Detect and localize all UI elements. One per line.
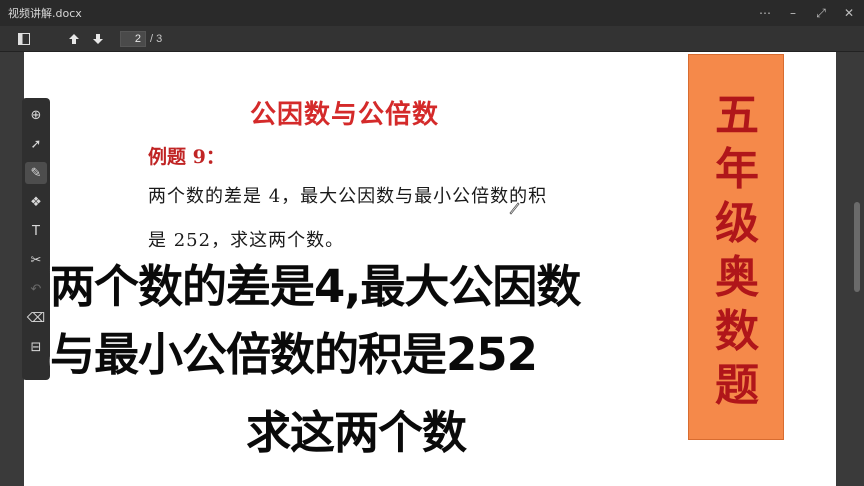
subtitle-line: 与最小公倍数的积是252 — [50, 328, 538, 381]
scroll-thumb[interactable] — [854, 202, 860, 292]
next-page-icon[interactable] — [88, 29, 108, 49]
text-tool-icon[interactable]: T — [25, 220, 47, 242]
page-total: / 3 — [150, 32, 163, 45]
close-icon[interactable]: ✕ — [842, 6, 856, 20]
window-title: 视频讲解.docx — [8, 7, 82, 20]
annotation-tool-palette: ⊕ ➚ ✎ ❖ T ✂ ↶ ⌫ ⊟ — [22, 98, 50, 380]
banner-char: 题 — [715, 360, 759, 411]
banner-char: 级 — [715, 198, 759, 249]
pen-icon[interactable]: ✎ — [25, 162, 47, 184]
doc-heading: 公因数与公倍数 — [250, 100, 440, 130]
toolbar: 2 / 3 — [0, 26, 864, 52]
window-controls: ⋯ – ⤢ ✕ — [758, 0, 856, 26]
banner-char: 年 — [715, 144, 759, 195]
shapes-icon[interactable]: ❖ — [25, 191, 47, 213]
problem-text-line: 两个数的差是 4，最大公因数与最小公倍数的积 — [148, 186, 548, 207]
banner-text: 五 年 级 奥 数 题 — [689, 89, 785, 413]
subtitle-line: 两个数的差是4,最大公因数 — [50, 260, 581, 313]
pdf-viewer-window: 视频讲解.docx ⋯ – ⤢ ✕ 2 / 3 公因数与公倍数 例题 9： 两个… — [0, 0, 864, 486]
previous-page-icon[interactable] — [64, 29, 84, 49]
minimize-icon[interactable]: – — [786, 6, 800, 20]
vertical-scrollbar[interactable] — [854, 52, 860, 486]
grade-banner: 五 年 级 奥 数 题 — [688, 54, 784, 440]
undo-icon[interactable]: ↶ — [25, 278, 47, 300]
sidebar-toggle-icon[interactable] — [14, 29, 34, 49]
subtitle-line: 求这两个数 — [246, 406, 467, 459]
banner-char: 五 — [715, 90, 759, 141]
scissors-icon[interactable]: ✂ — [25, 249, 47, 271]
restore-icon[interactable]: ⤢ — [814, 6, 828, 21]
title-bar: 视频讲解.docx ⋯ – ⤢ ✕ — [0, 0, 864, 26]
example-label: 例题 9： — [148, 146, 225, 168]
add-page-icon[interactable]: ⊕ — [25, 104, 47, 126]
banner-char: 奥 — [715, 252, 759, 303]
page-number-input[interactable]: 2 — [120, 30, 146, 47]
select-arrow-icon[interactable]: ➚ — [25, 133, 47, 155]
problem-text-line: 是 252，求这两个数。 — [148, 230, 345, 251]
banner-char: 数 — [715, 306, 759, 357]
toolbox-icon[interactable]: ⊟ — [25, 336, 47, 358]
more-icon[interactable]: ⋯ — [758, 6, 772, 20]
pen-cursor-icon — [508, 200, 520, 215]
eraser-icon[interactable]: ⌫ — [25, 307, 47, 329]
